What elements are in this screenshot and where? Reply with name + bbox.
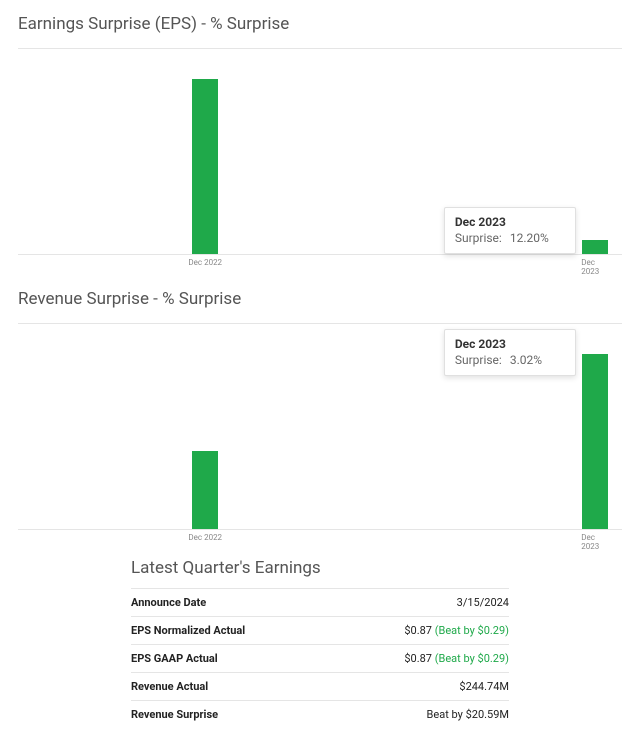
x-tick-label: Dec 2023	[581, 258, 608, 276]
divider	[18, 48, 622, 49]
divider	[18, 323, 622, 324]
table-row: EPS GAAP Actual $0.87 (Beat by $0.29)	[131, 644, 509, 672]
table-row: Revenue Surprise Beat by $20.59M	[131, 700, 509, 728]
row-value: $0.87 (Beat by $0.29)	[404, 652, 509, 665]
earnings-title: Latest Quarter's Earnings	[131, 558, 509, 578]
tooltip-label: Surprise:	[455, 353, 502, 367]
beat-text: Beat by $20.59M	[427, 708, 509, 721]
chart-bar[interactable]	[582, 240, 608, 254]
tooltip-title: Dec 2023	[455, 215, 565, 229]
chart-bar[interactable]	[192, 451, 218, 529]
tooltip-value: 3.02%	[510, 353, 542, 367]
table-row: EPS Normalized Actual $0.87 (Beat by $0.…	[131, 616, 509, 644]
tooltip-row: Surprise: 12.20%	[455, 231, 565, 245]
tooltip-label: Surprise:	[455, 231, 502, 245]
row-label: Revenue Actual	[131, 680, 208, 693]
revenue-surprise-section: Revenue Surprise - % Surprise Dec 2022De…	[0, 263, 640, 538]
eps-chart-stage: Dec 2022Dec 2023Dec 2023Surprise:12.20%	[18, 79, 622, 255]
beat-text: (Beat by $0.29)	[435, 652, 509, 665]
chart-title: Revenue Surprise - % Surprise	[18, 289, 622, 309]
x-tick-label: Dec 2022	[188, 533, 222, 542]
revenue-chart-stage: Dec 2022Dec 2023Dec 2023Surprise:3.02%	[18, 354, 622, 530]
latest-quarter-earnings: Latest Quarter's Earnings Announce Date …	[131, 558, 509, 728]
row-value: $0.87 (Beat by $0.29)	[404, 624, 509, 637]
chart-bar[interactable]	[192, 79, 218, 254]
chart-tooltip: Dec 2023 Surprise: 12.20%	[444, 207, 576, 254]
table-row: Announce Date 3/15/2024	[131, 588, 509, 616]
row-value: 3/15/2024	[457, 596, 509, 609]
x-tick-label: Dec 2023	[581, 533, 608, 551]
chart-bar[interactable]	[582, 354, 608, 529]
chart-title: Earnings Surprise (EPS) - % Surprise	[18, 14, 622, 34]
row-label: EPS GAAP Actual	[131, 652, 218, 665]
chart-tooltip: Dec 2023 Surprise: 3.02%	[444, 329, 576, 376]
eps-surprise-section: Earnings Surprise (EPS) - % Surprise Dec…	[0, 0, 640, 263]
tooltip-row: Surprise: 3.02%	[455, 353, 565, 367]
table-row: Revenue Actual $244.74M	[131, 672, 509, 700]
tooltip-value: 12.20%	[510, 231, 549, 245]
row-value: $244.74M	[459, 680, 509, 693]
row-label: Revenue Surprise	[131, 708, 218, 721]
x-tick-label: Dec 2022	[188, 258, 222, 267]
beat-text: (Beat by $0.29)	[435, 624, 509, 637]
row-label: Announce Date	[131, 596, 206, 609]
row-label: EPS Normalized Actual	[131, 624, 245, 637]
tooltip-title: Dec 2023	[455, 337, 565, 351]
